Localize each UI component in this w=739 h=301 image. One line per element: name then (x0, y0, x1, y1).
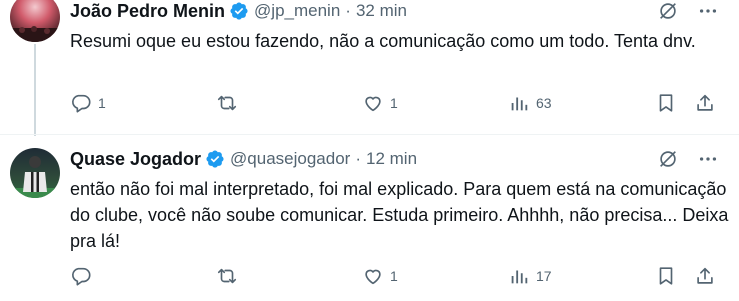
more-icon[interactable] (697, 148, 719, 170)
share-icon (694, 265, 716, 287)
retweet-button[interactable] (216, 92, 244, 114)
views-count: 17 (536, 268, 552, 284)
views-icon (508, 92, 530, 114)
tweet-top-actions (657, 0, 719, 22)
avatar[interactable] (10, 148, 60, 198)
views-button[interactable]: 63 (508, 92, 552, 114)
tweet-actions: 1 1 63 (70, 92, 719, 116)
reply-icon (70, 265, 92, 287)
share-button[interactable] (694, 265, 716, 287)
tweet[interactable]: João Pedro Menin @jp_menin · 32 min Resu… (0, 0, 739, 136)
author-handle[interactable]: @quasejogador (230, 149, 350, 169)
author-handle[interactable]: @jp_menin (254, 1, 340, 21)
verified-badge-icon (205, 149, 225, 169)
like-icon (362, 92, 384, 114)
reply-button[interactable] (70, 265, 98, 287)
tweet-text: Resumi oque eu estou fazendo, não a comu… (70, 31, 696, 51)
like-button[interactable]: 1 (362, 265, 398, 287)
tweet[interactable]: Quase Jogador @quasejogador · 12 min ent… (0, 134, 739, 301)
author-name[interactable]: Quase Jogador (70, 149, 201, 170)
grok-icon[interactable] (657, 0, 679, 22)
tweet-header: Quase Jogador @quasejogador · 12 min (70, 147, 417, 171)
tweet-text: então não foi mal interpretado, foi mal … (70, 179, 729, 251)
verified-badge-icon (229, 1, 249, 21)
author-name[interactable]: João Pedro Menin (70, 1, 225, 22)
views-count: 63 (536, 95, 552, 111)
views-icon (508, 265, 530, 287)
reply-icon (70, 92, 92, 114)
retweet-icon (216, 265, 238, 287)
retweet-icon (216, 92, 238, 114)
grok-icon[interactable] (657, 148, 679, 170)
timestamp[interactable]: 12 min (366, 149, 417, 169)
bookmark-icon (655, 265, 677, 287)
separator: · (355, 149, 362, 168)
retweet-button[interactable] (216, 265, 244, 287)
reply-count: 1 (98, 95, 106, 111)
avatar[interactable] (10, 0, 60, 42)
tweet-top-actions (657, 148, 719, 170)
bookmark-button[interactable] (655, 92, 677, 114)
like-icon (362, 265, 384, 287)
more-icon[interactable] (697, 0, 719, 22)
thread-line (34, 44, 36, 136)
tweet-actions: 1 17 (70, 265, 719, 289)
share-icon (694, 92, 716, 114)
like-count: 1 (390, 95, 398, 111)
share-button[interactable] (694, 92, 716, 114)
like-count: 1 (390, 268, 398, 284)
bookmark-button[interactable] (655, 265, 677, 287)
tweet-header: João Pedro Menin @jp_menin · 32 min (70, 0, 407, 23)
reply-button[interactable]: 1 (70, 92, 106, 114)
views-button[interactable]: 17 (508, 265, 552, 287)
separator: · (345, 1, 351, 20)
timestamp[interactable]: 32 min (356, 1, 407, 21)
bookmark-icon (655, 92, 677, 114)
like-button[interactable]: 1 (362, 92, 398, 114)
